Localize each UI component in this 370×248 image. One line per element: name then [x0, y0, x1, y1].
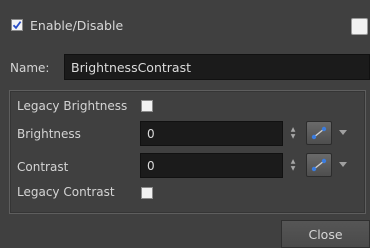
- contrast-value: 0: [147, 158, 155, 173]
- contrast-label: Contrast: [17, 160, 69, 174]
- checkmark-icon: [12, 21, 22, 30]
- contrast-link-button[interactable]: [306, 153, 332, 177]
- contrast-spinner[interactable]: ▲ ▼: [289, 158, 297, 172]
- brightness-dropdown-arrow[interactable]: [339, 130, 347, 135]
- close-label: Close: [308, 226, 343, 242]
- legacy-contrast-checkbox[interactable]: [141, 187, 153, 199]
- close-button[interactable]: Close: [281, 220, 370, 248]
- chevron-down-icon: [339, 162, 347, 167]
- legacy-brightness-label: Legacy Brightness: [17, 99, 128, 113]
- spinner-down-icon: ▼: [290, 165, 296, 172]
- brightness-label: Brightness: [17, 127, 81, 141]
- name-label: Name:: [10, 61, 50, 75]
- contrast-dropdown-arrow[interactable]: [339, 162, 347, 167]
- spinner-down-icon: ▼: [290, 133, 296, 140]
- enable-label: Enable/Disable: [30, 18, 124, 33]
- link-curve-icon: [311, 126, 327, 140]
- spinner-up-icon: ▲: [290, 126, 296, 133]
- extra-checkbox[interactable]: [351, 18, 368, 35]
- name-value: BrightnessContrast: [71, 59, 191, 75]
- legacy-contrast-label: Legacy Contrast: [17, 185, 115, 199]
- legacy-brightness-checkbox[interactable]: [141, 100, 153, 112]
- brightness-value: 0: [147, 126, 155, 141]
- brightness-spinner[interactable]: ▲ ▼: [289, 126, 297, 140]
- spinner-up-icon: ▲: [290, 158, 296, 165]
- brightness-link-button[interactable]: [306, 121, 332, 145]
- brightness-input[interactable]: 0: [140, 121, 283, 146]
- name-input[interactable]: BrightnessContrast: [64, 54, 370, 80]
- enable-checkbox[interactable]: [11, 19, 23, 31]
- contrast-input[interactable]: 0: [140, 153, 283, 178]
- chevron-down-icon: [339, 130, 347, 135]
- link-curve-icon: [311, 158, 327, 172]
